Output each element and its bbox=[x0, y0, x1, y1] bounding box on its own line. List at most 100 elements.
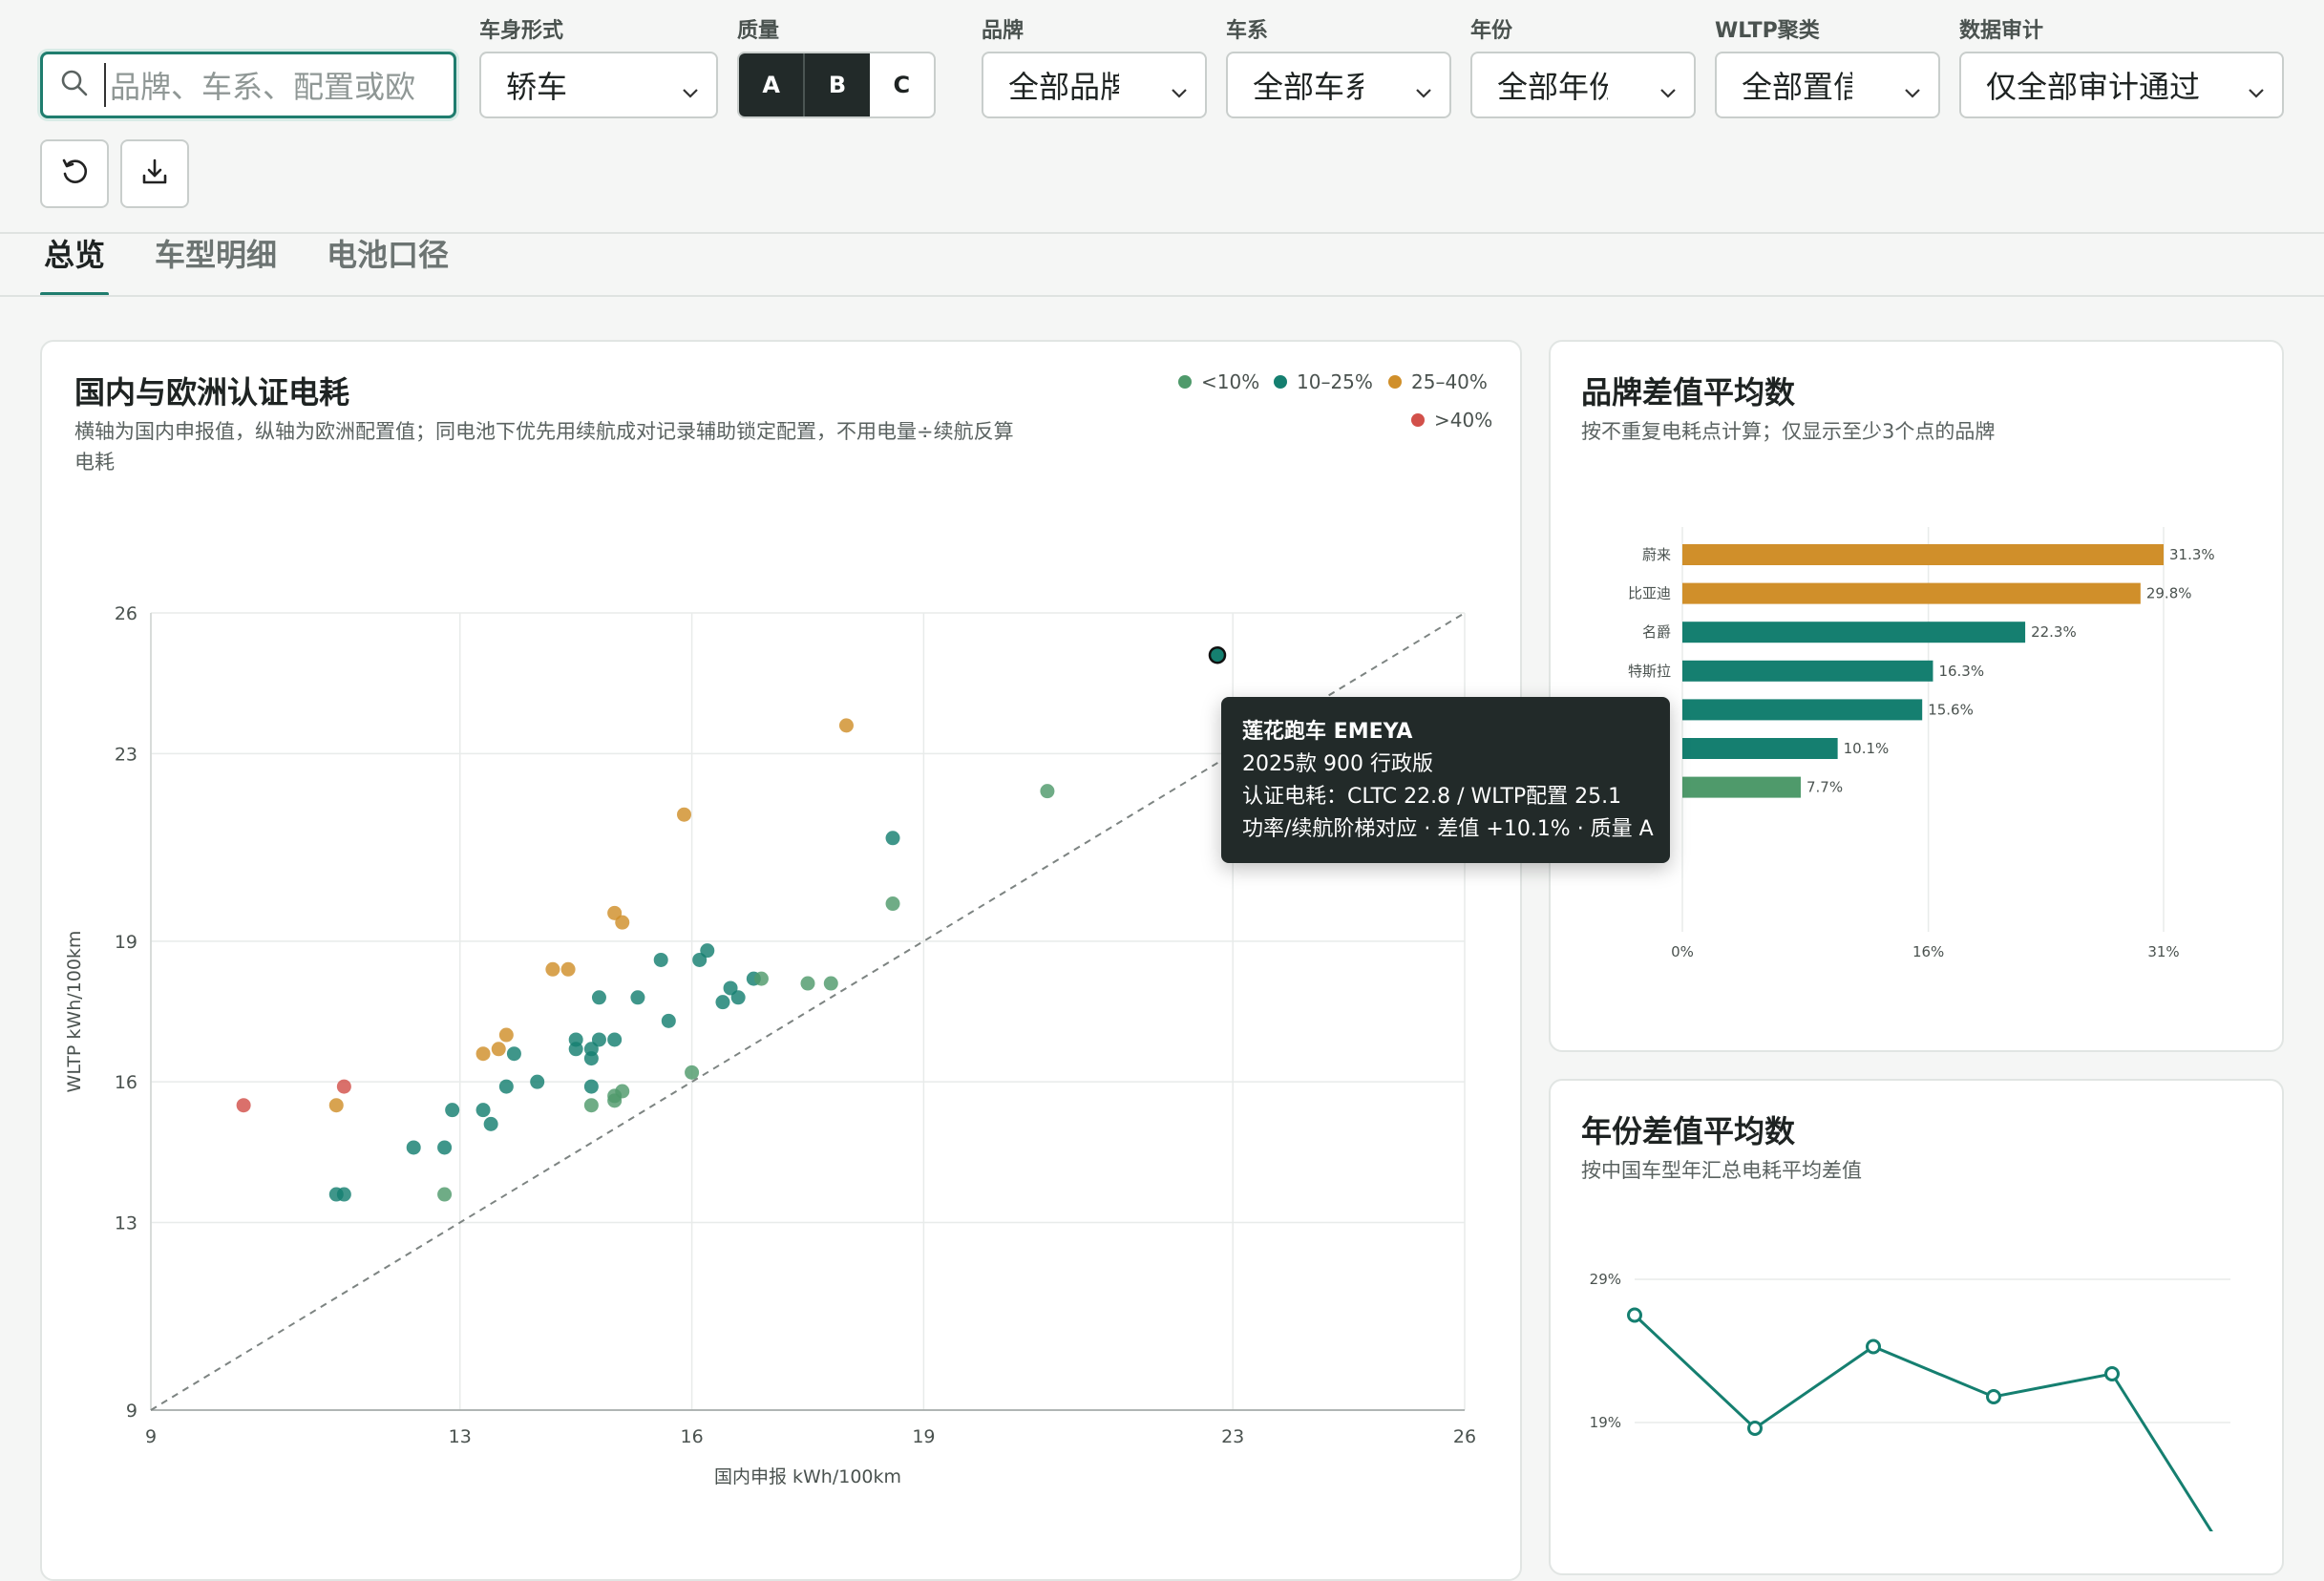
y-tick-label: 13 bbox=[115, 1213, 137, 1234]
scatter-point bbox=[615, 915, 630, 930]
data-audit-label: 数据审计 bbox=[1959, 19, 2044, 43]
scatter-point bbox=[236, 1098, 251, 1113]
year-data-point bbox=[1747, 1421, 1763, 1436]
scatter-point bbox=[336, 1187, 351, 1202]
scatter-point bbox=[475, 1103, 491, 1118]
brand-bar-label: 蔚来 bbox=[1642, 546, 1671, 563]
y-tick-label: 23 bbox=[115, 744, 137, 765]
brand-bar-value-label: 29.8% bbox=[2146, 585, 2192, 602]
scatter-point bbox=[885, 831, 900, 846]
scatter-point bbox=[676, 807, 691, 822]
scatter-point bbox=[530, 1074, 545, 1089]
scatter-point bbox=[445, 1103, 460, 1118]
scatter-point bbox=[483, 1116, 498, 1131]
scatter-point bbox=[475, 1046, 491, 1062]
brand-bar bbox=[1682, 699, 1923, 721]
wltp-cluster-value: 全部置信 bbox=[1742, 69, 1852, 105]
x-tick-label: 19 bbox=[912, 1426, 935, 1447]
wltp-cluster-select[interactable]: 全部置信 bbox=[1715, 52, 1940, 118]
brand-bar-label: 名爵 bbox=[1642, 623, 1671, 641]
brand-bar bbox=[1682, 776, 1801, 798]
scatter-point bbox=[336, 1079, 351, 1094]
scatter-point bbox=[1040, 784, 1055, 799]
scatter-point bbox=[437, 1140, 453, 1155]
year-data-point bbox=[1627, 1307, 1642, 1323]
scatter-point bbox=[328, 1098, 344, 1113]
scatter-point bbox=[823, 976, 838, 991]
scatter-point bbox=[615, 1084, 630, 1099]
tooltip-line1: 2025款 900 行政版 bbox=[1242, 752, 1433, 776]
chevron-down-icon bbox=[2246, 74, 2267, 111]
scatter-point bbox=[560, 961, 576, 977]
scatter-point bbox=[568, 1042, 583, 1057]
scatter-point bbox=[498, 1027, 514, 1043]
chevron-down-icon bbox=[1658, 74, 1679, 111]
brand-bar-value-label: 7.7% bbox=[1806, 779, 1843, 796]
scatter-point bbox=[406, 1140, 421, 1155]
brand-bar-value-label: 31.3% bbox=[2169, 546, 2215, 563]
brand-bar bbox=[1682, 582, 2141, 604]
bar-x-tick-label: 31% bbox=[2147, 943, 2179, 960]
scatter-point bbox=[498, 1079, 514, 1094]
data-audit-select[interactable]: 仅全部审计通过 bbox=[1959, 52, 2284, 118]
scatter-point bbox=[583, 1098, 599, 1113]
brand-bar-label: 比亚迪 bbox=[1628, 585, 1671, 602]
bar-x-tick-label: 16% bbox=[1912, 943, 1944, 960]
chevron-down-icon bbox=[1902, 74, 1923, 111]
scatter-point bbox=[885, 896, 900, 912]
scatter-point bbox=[700, 943, 715, 959]
scatter-point bbox=[800, 976, 815, 991]
brand-bar-value-label: 22.3% bbox=[2031, 623, 2077, 641]
brand-bar-label: 特斯拉 bbox=[1628, 663, 1671, 680]
year-line-chart[interactable]: 29% 19% bbox=[1549, 1079, 2284, 1531]
brand-bar-value-label: 15.6% bbox=[1928, 701, 1974, 718]
y-axis-label: WLTP kWh/100km bbox=[64, 931, 85, 1093]
y-tick-label: 26 bbox=[115, 603, 137, 624]
line-y-tick-label: 19% bbox=[1590, 1414, 1621, 1431]
brand-bar-value-label: 10.1% bbox=[1844, 740, 1890, 757]
brand-bar-value-label: 16.3% bbox=[1938, 663, 1984, 680]
wltp-cluster-label: WLTP聚类 bbox=[1715, 19, 1820, 43]
year-data-point bbox=[1866, 1339, 1881, 1355]
data-audit-value: 仅全部审计通过 bbox=[1986, 69, 2201, 105]
scatter-point bbox=[753, 971, 769, 986]
scatter-point bbox=[630, 990, 645, 1005]
scatter-point bbox=[583, 1079, 599, 1094]
scatter-point bbox=[607, 1032, 623, 1047]
scatter-point bbox=[591, 990, 606, 1005]
x-axis-label: 国内申报 kWh/100km bbox=[714, 1466, 901, 1487]
scatter-point bbox=[685, 1065, 700, 1080]
y-tick-label: 9 bbox=[126, 1401, 137, 1422]
brand-bar bbox=[1682, 544, 2164, 565]
scatter-point bbox=[730, 990, 746, 1005]
tooltip-line2: 认证电耗：CLTC 22.8 / WLTP配置 25.1 bbox=[1242, 785, 1622, 809]
scatter-point bbox=[545, 961, 560, 977]
year-data-point bbox=[2104, 1366, 2120, 1381]
brand-bar bbox=[1682, 738, 1838, 759]
x-tick-label: 26 bbox=[1453, 1426, 1476, 1447]
x-tick-label: 23 bbox=[1221, 1426, 1244, 1447]
scatter-point bbox=[437, 1187, 453, 1202]
y-tick-label: 19 bbox=[115, 932, 137, 953]
chart-tooltip: 莲花跑车 EMEYA 2025款 900 行政版 认证电耗：CLTC 22.8 … bbox=[1221, 697, 1670, 863]
year-data-point bbox=[1986, 1389, 2001, 1404]
scatter-point-highlighted bbox=[1208, 645, 1227, 664]
scatter-point bbox=[506, 1046, 521, 1062]
line-y-tick-label: 29% bbox=[1590, 1271, 1621, 1288]
y-tick-label: 16 bbox=[115, 1072, 137, 1093]
brand-bar-chart[interactable]: 0% 16% 31% 蔚来 31.3% 比亚迪 29.8% 名爵 22.3% 特斯拉 16.3% 15… bbox=[1549, 340, 2284, 1052]
scatter-point bbox=[838, 718, 854, 733]
scatter-point bbox=[583, 1051, 599, 1066]
tooltip-line3: 功率/续航阶梯对应 · 差值 +10.1% · 质量 A bbox=[1242, 817, 1654, 841]
x-tick-label: 16 bbox=[680, 1426, 703, 1447]
scatter-point bbox=[591, 1032, 606, 1047]
x-tick-label: 13 bbox=[449, 1426, 472, 1447]
scatter-point bbox=[661, 1013, 676, 1028]
x-tick-label: 9 bbox=[145, 1426, 157, 1447]
bar-x-tick-label: 0% bbox=[1671, 943, 1694, 960]
brand-bar bbox=[1682, 622, 2026, 643]
brand-bar bbox=[1682, 660, 1933, 682]
scatter-point bbox=[491, 1042, 506, 1057]
tooltip-title: 莲花跑车 EMEYA bbox=[1242, 720, 1413, 744]
scatter-point bbox=[653, 952, 668, 967]
